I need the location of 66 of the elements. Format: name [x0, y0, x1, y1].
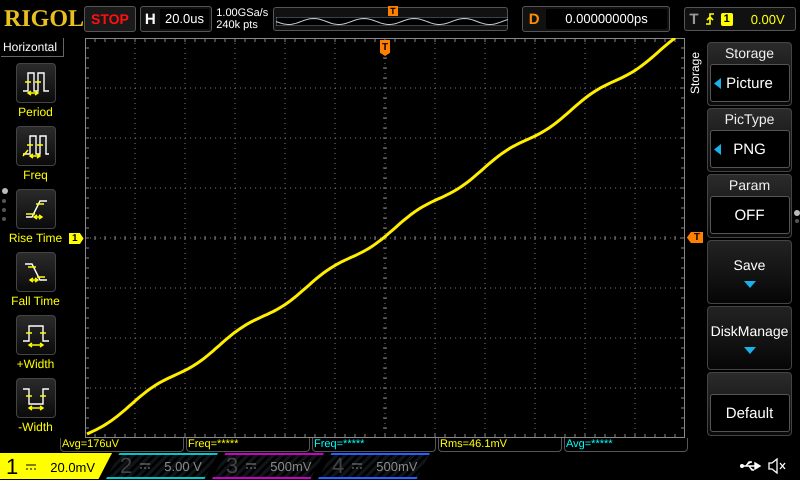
timebase-key: H — [140, 10, 160, 28]
measurement-readout: Rms=46.1mV — [438, 438, 562, 452]
channel-tab[interactable]: 1 20.0mV — [0, 453, 112, 479]
caret-icon — [744, 346, 756, 354]
trigger-level: 0.00V — [750, 12, 785, 26]
run-stop-button[interactable]: STOP — [84, 6, 136, 32]
measure-button[interactable] — [16, 315, 56, 355]
channel-number: 1 — [6, 454, 18, 480]
dc-coupling-icon — [352, 463, 362, 469]
trigger-position-marker[interactable]: T — [380, 40, 390, 56]
measure-label: -Width — [18, 420, 53, 435]
channel-number: 3 — [226, 453, 238, 479]
delay-value: 0.00000000ps — [546, 9, 668, 29]
dc-coupling-icon — [246, 463, 256, 469]
rising-edge-icon — [704, 12, 715, 26]
measure-button[interactable] — [16, 189, 56, 229]
softkey-button[interactable]: PNG — [710, 130, 790, 168]
measure-label: Period — [18, 105, 53, 120]
trigger-key: T — [689, 10, 699, 28]
usb-icon — [740, 460, 762, 472]
softkey-button[interactable]: OFF — [710, 196, 790, 234]
softkey-button[interactable]: DiskManage — [707, 306, 792, 370]
channel-scale: 500mV — [376, 458, 418, 474]
dc-coupling-icon — [140, 463, 150, 469]
trigger-source: 1 — [720, 12, 733, 26]
caret-icon — [744, 280, 756, 288]
measure-label: Freq — [23, 168, 48, 183]
softkey-title: Storage — [724, 44, 774, 62]
measurement-readout: Avg=176uV — [60, 438, 184, 452]
channel-scale: 500mV — [270, 458, 312, 474]
measurement-readout: Avg=***** — [564, 438, 688, 452]
channel-tab[interactable]: 4 500mV — [318, 453, 430, 479]
timebase-value: 20.0us — [160, 9, 210, 29]
softkey-title: PicType — [724, 110, 774, 128]
measurement-readout: Freq=***** — [186, 438, 310, 452]
memory-depth: 240k pts — [216, 19, 259, 31]
measure-button[interactable] — [16, 252, 56, 292]
channel-tab[interactable]: 2 5.00 V — [106, 453, 218, 479]
channel-scale: 5.00 V — [164, 458, 202, 474]
measure-button[interactable] — [16, 63, 56, 103]
measure-label: Rise Time — [8, 231, 62, 246]
delay-key: D — [522, 10, 546, 28]
delay-box[interactable]: D 0.00000000ps — [522, 6, 670, 32]
speaker-muted-icon — [768, 458, 786, 474]
softkey-title: Param — [728, 176, 770, 194]
softkey-button[interactable]: Default — [710, 394, 790, 432]
channel-scale: 20.0mV — [50, 460, 96, 474]
channel-number: 4 — [332, 453, 344, 479]
sample-rate: 1.00GSa/s — [216, 7, 270, 19]
menu-tab-label: Storage — [688, 50, 702, 96]
channel-tab[interactable]: 3 500mV — [212, 453, 324, 479]
softkey-button[interactable]: Save — [707, 240, 792, 304]
trigger-box[interactable]: T 1 0.00V — [684, 7, 796, 31]
dc-coupling-icon — [26, 464, 36, 470]
trigger-level-marker[interactable]: T — [686, 232, 703, 243]
channel-ground-marker[interactable]: 1 — [69, 233, 84, 244]
measure-button[interactable] — [16, 126, 56, 166]
menu-title: Horizontal — [1, 38, 64, 57]
channel-number: 2 — [120, 453, 132, 479]
measure-label: +Width — [16, 357, 54, 372]
measure-label: Fall Time — [11, 294, 60, 309]
measurement-readout: Freq=***** — [312, 438, 436, 452]
timebase-box[interactable]: H 20.0us — [140, 6, 212, 32]
measure-button[interactable] — [16, 378, 56, 418]
softkey-button[interactable]: Picture — [710, 64, 790, 102]
trigger-position-marker: T — [388, 6, 398, 16]
